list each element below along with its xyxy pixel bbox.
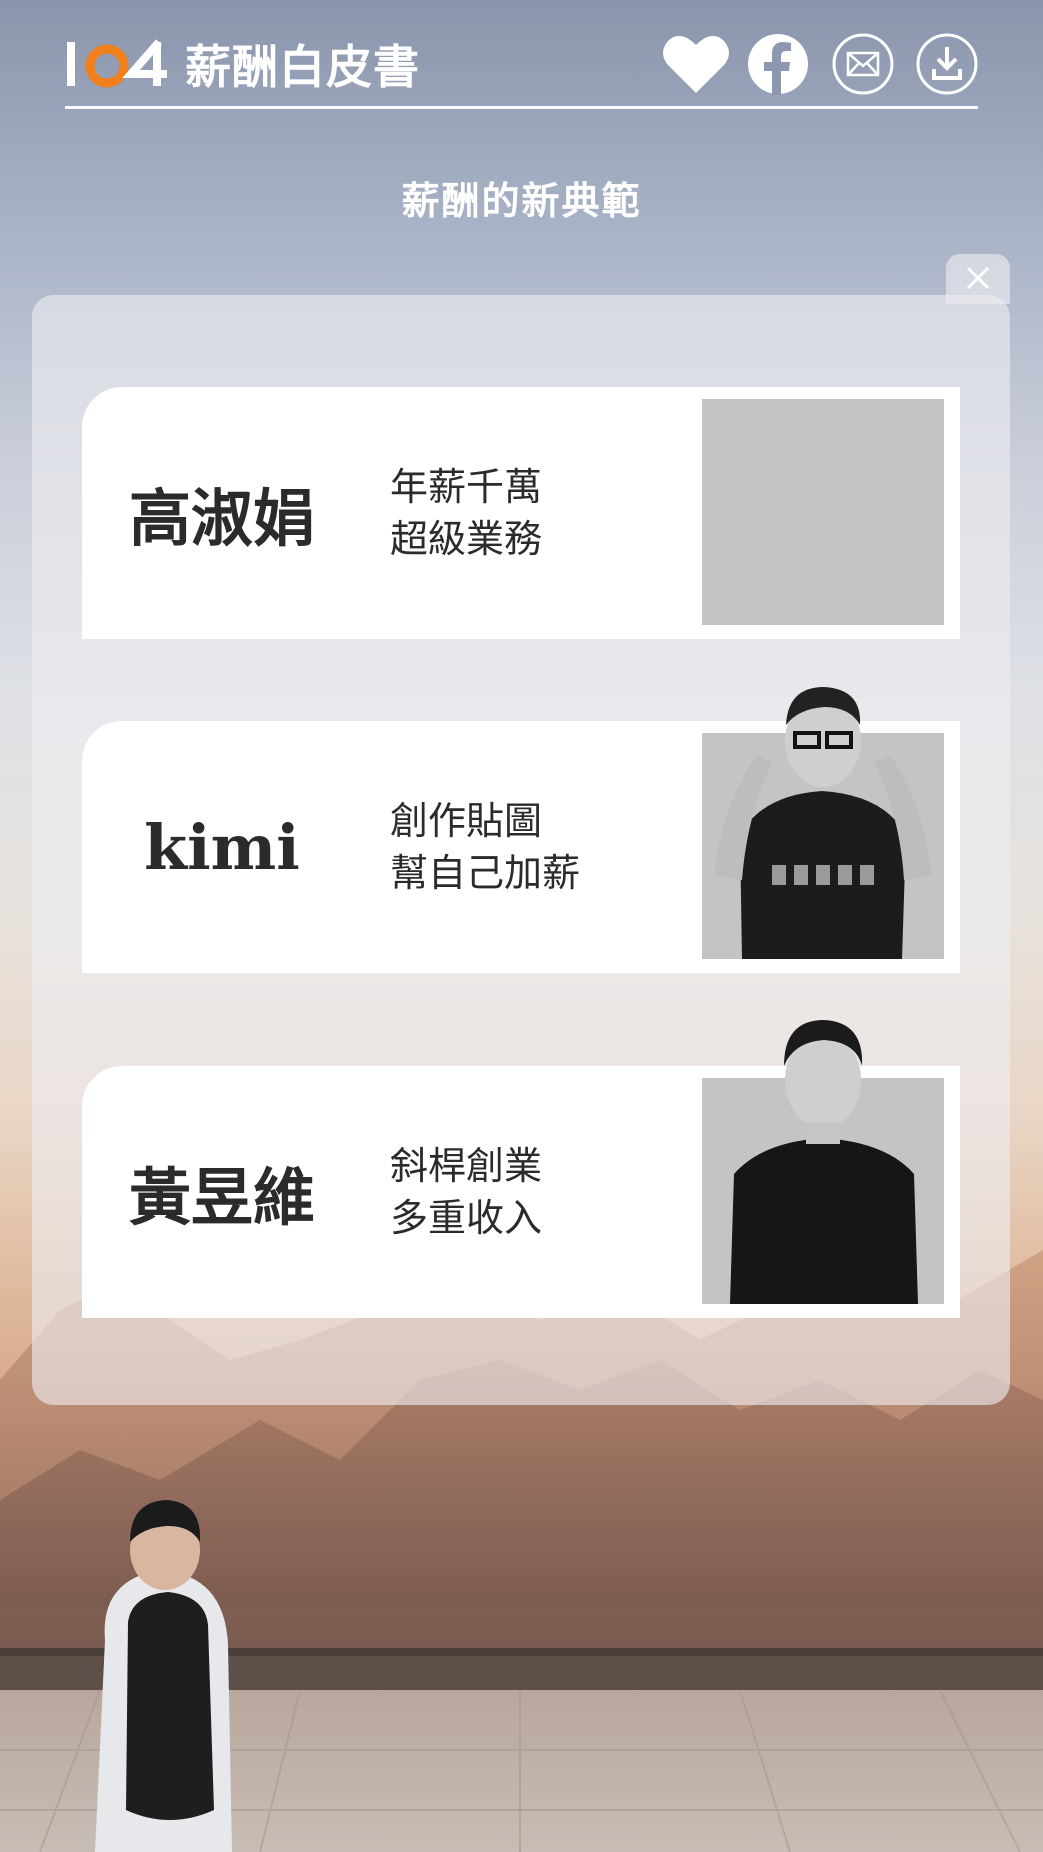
page-title: 薪酬的新典範 (401, 179, 642, 223)
card-desc-line: 超級業務 (390, 517, 543, 561)
close-icon (966, 266, 990, 290)
profile-card[interactable]: kimi 創作貼圖 幫自己加薪 (82, 687, 960, 973)
profile-photo-portrait (714, 687, 932, 959)
logo-104-mark (65, 34, 175, 94)
card-name: 黃昱維 (128, 1161, 315, 1234)
card-desc-line: 幫自己加薪 (390, 851, 581, 895)
card-desc-line: 年薪千萬 (390, 465, 543, 509)
card-name: kimi (144, 810, 300, 884)
profile-photo-placeholder (702, 399, 944, 625)
card-desc-line: 多重收入 (390, 1196, 543, 1240)
card-description: 斜桿創業 多重收入 (390, 1066, 542, 1318)
facebook-icon[interactable] (747, 33, 809, 95)
heart-icon[interactable] (662, 33, 729, 95)
profile-card[interactable]: 高淑娟 年薪千萬 超級業務 (82, 387, 960, 639)
card-name: 高淑娟 (128, 482, 315, 555)
logo-title: 薪酬白皮書 (185, 40, 420, 94)
card-description: 創作貼圖 幫自己加薪 (390, 721, 580, 973)
card-desc-line: 斜桿創業 (390, 1144, 543, 1188)
mail-icon[interactable] (832, 33, 894, 95)
profile-photo-portrait (730, 1020, 918, 1304)
download-icon[interactable] (916, 33, 978, 95)
profile-card[interactable]: 黃昱維 斜桿創業 多重收入 (82, 1020, 960, 1318)
close-button[interactable] (958, 258, 998, 298)
header-divider (65, 106, 978, 109)
card-desc-line: 創作貼圖 (390, 799, 543, 843)
card-description: 年薪千萬 超級業務 (390, 387, 542, 639)
app-header: 薪酬白皮書 (65, 30, 978, 110)
brand-logo[interactable]: 薪酬白皮書 (65, 34, 420, 94)
